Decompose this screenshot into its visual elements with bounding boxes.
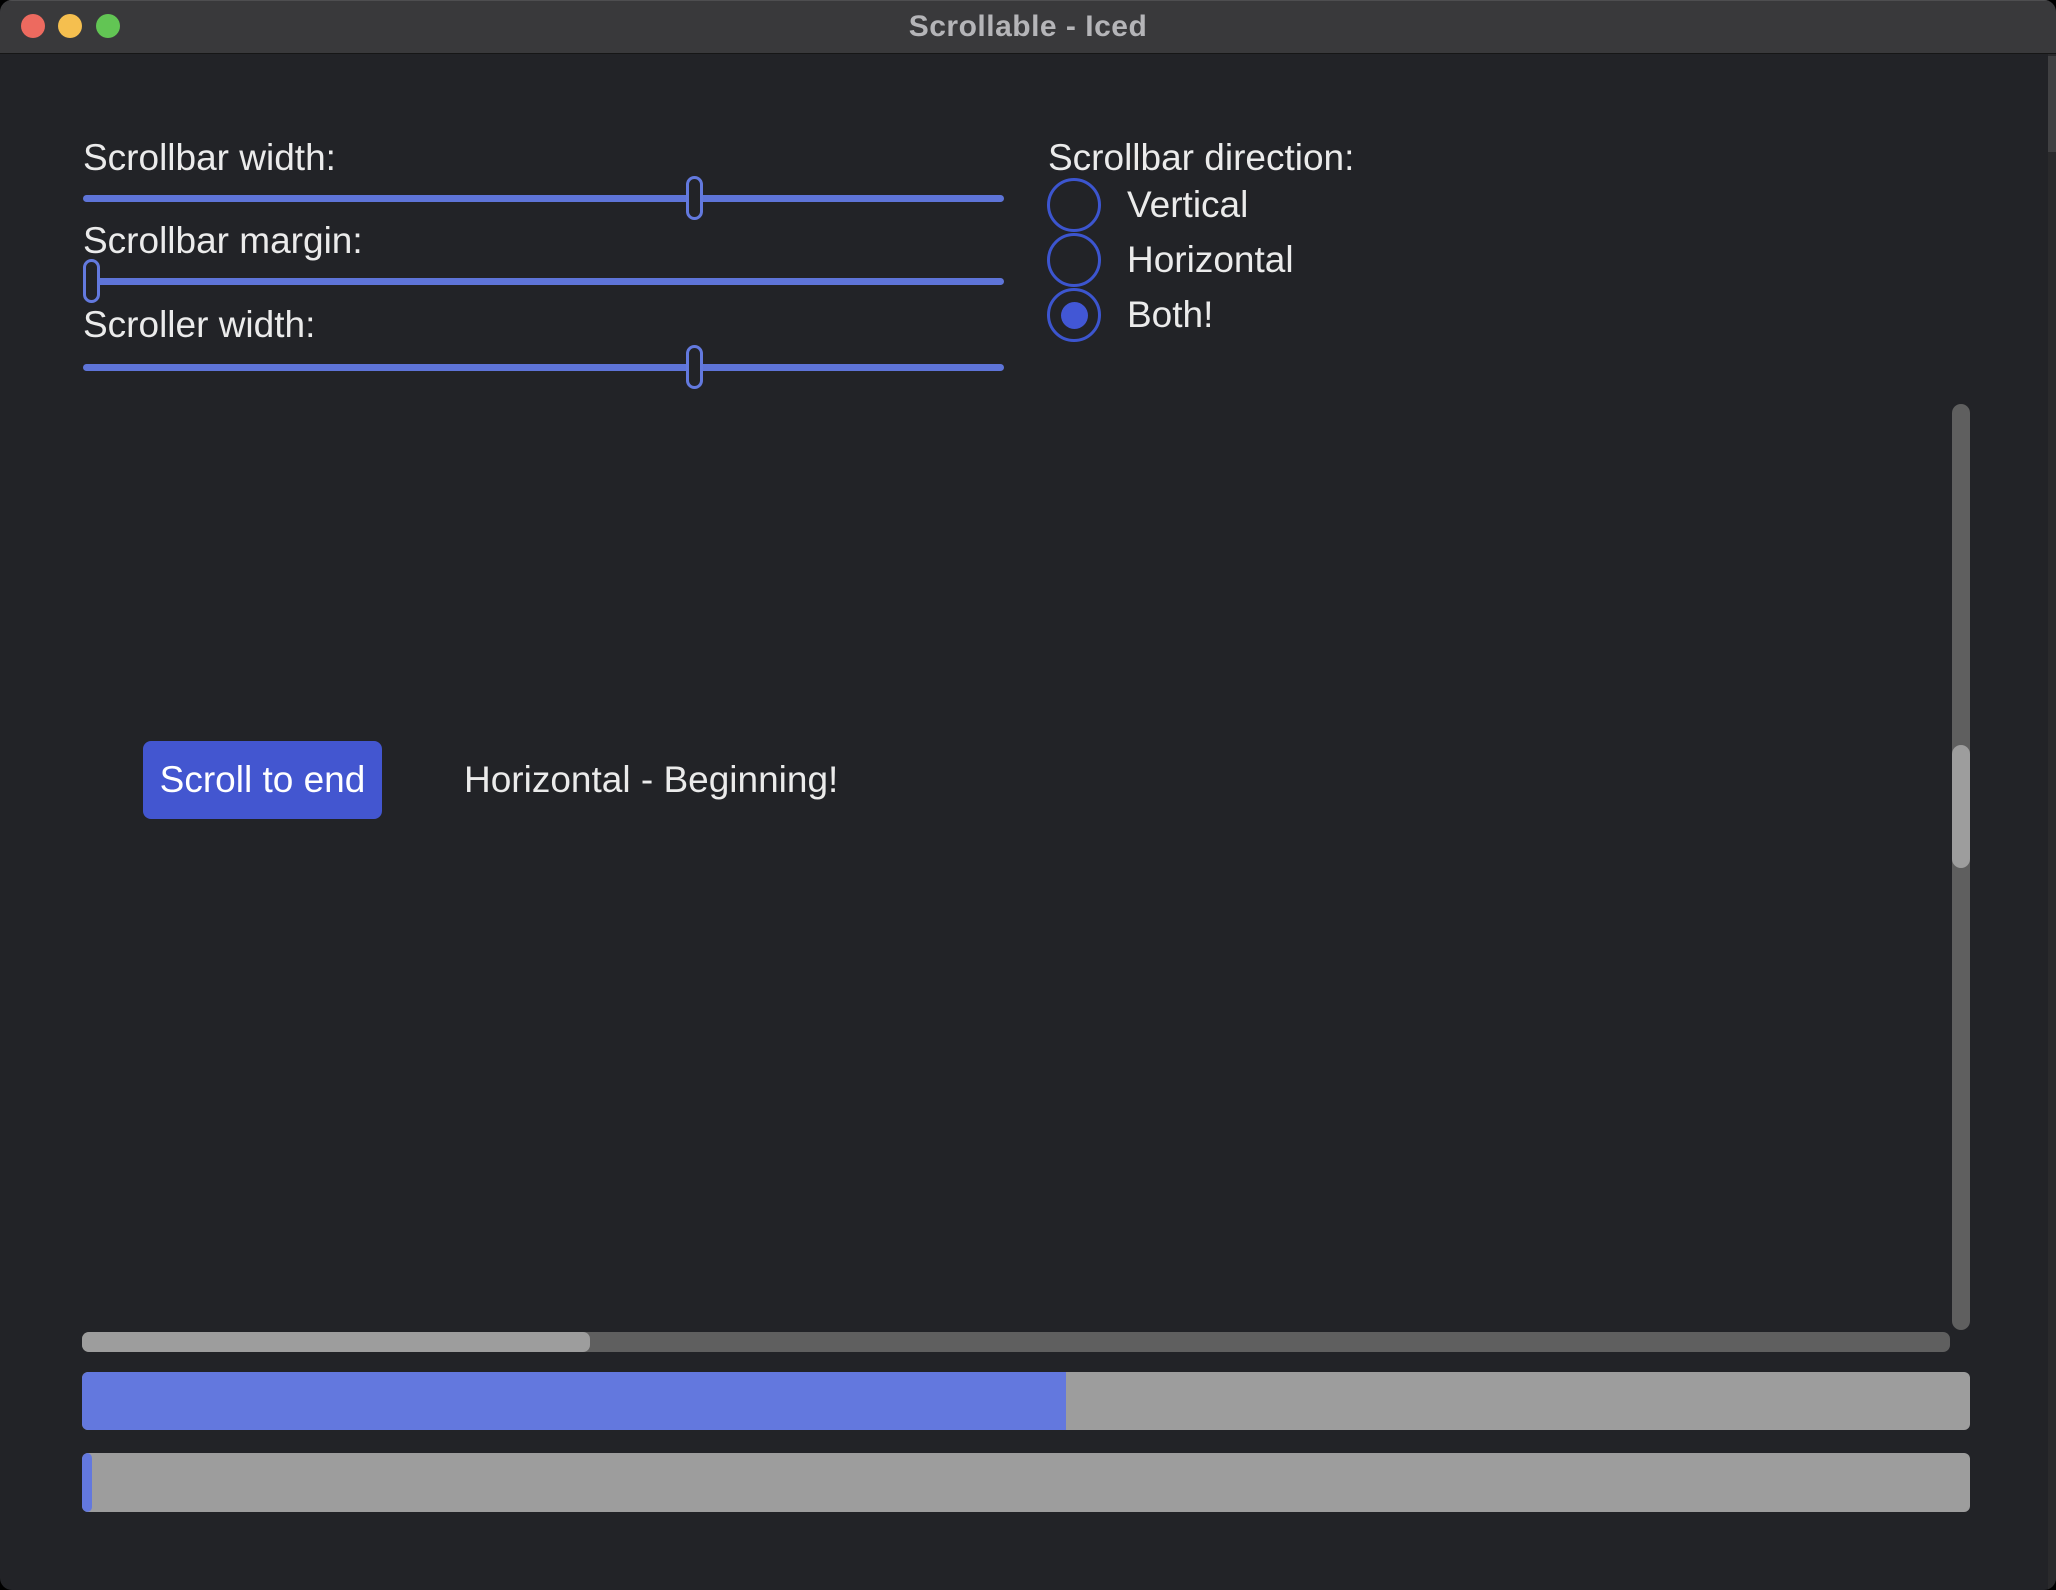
window-title: Scrollable - Iced [0, 0, 2056, 53]
slider-handle[interactable] [686, 176, 703, 220]
progress-bar-fill [82, 1372, 1066, 1430]
zoom-window-button[interactable] [96, 14, 120, 38]
progress-bar-horizontal [82, 1372, 1970, 1430]
radio-option-label: Horizontal [1127, 239, 1294, 281]
radio-option-vertical[interactable]: Vertical [1047, 178, 1248, 232]
slider-handle[interactable] [686, 345, 703, 389]
radio-circle-icon[interactable] [1047, 233, 1101, 287]
progress-bar-fill [82, 1453, 92, 1512]
close-window-button[interactable] [21, 14, 45, 38]
scroller-width-slider[interactable] [83, 345, 1004, 389]
scroll-to-end-button[interactable]: Scroll to end [143, 741, 382, 819]
scrollbar-width-label: Scrollbar width: [83, 136, 336, 180]
horizontal-scrollbar-track[interactable] [82, 1332, 1950, 1352]
vertical-scrollbar-track[interactable] [1952, 404, 1970, 1330]
slider-rail[interactable] [83, 364, 1004, 371]
vertical-scrollbar-thumb[interactable] [1952, 745, 1970, 868]
horizontal-status-text: Horizontal - Beginning! [464, 741, 838, 819]
radio-option-label: Both! [1127, 294, 1213, 336]
scroller-width-label: Scroller width: [83, 303, 315, 347]
window-edge-scrollbar-thumb[interactable] [2048, 56, 2056, 152]
slider-rail[interactable] [83, 278, 1004, 285]
radio-option-both[interactable]: Both! [1047, 288, 1213, 342]
scrollbar-width-slider[interactable] [83, 176, 1004, 220]
horizontal-scrollbar-thumb[interactable] [82, 1332, 590, 1352]
radio-circle-icon[interactable] [1047, 288, 1101, 342]
radio-option-horizontal[interactable]: Horizontal [1047, 233, 1294, 287]
progress-bar-vertical [82, 1453, 1970, 1512]
window-edge-scrollbar-track[interactable] [2048, 54, 2056, 1590]
slider-rail[interactable] [83, 195, 1004, 202]
app-window: Scrollable - Iced Scrollbar width: Scrol… [0, 0, 2056, 1590]
titlebar: Scrollable - Iced [0, 0, 2056, 54]
scrollbar-margin-slider[interactable] [83, 259, 1004, 303]
radio-dot-icon [1061, 302, 1088, 329]
slider-handle[interactable] [83, 259, 100, 303]
minimize-window-button[interactable] [58, 14, 82, 38]
radio-option-label: Vertical [1127, 184, 1248, 226]
scrollbar-direction-label: Scrollbar direction: [1048, 136, 1354, 180]
scrollbar-margin-label: Scrollbar margin: [83, 219, 363, 263]
radio-circle-icon[interactable] [1047, 178, 1101, 232]
